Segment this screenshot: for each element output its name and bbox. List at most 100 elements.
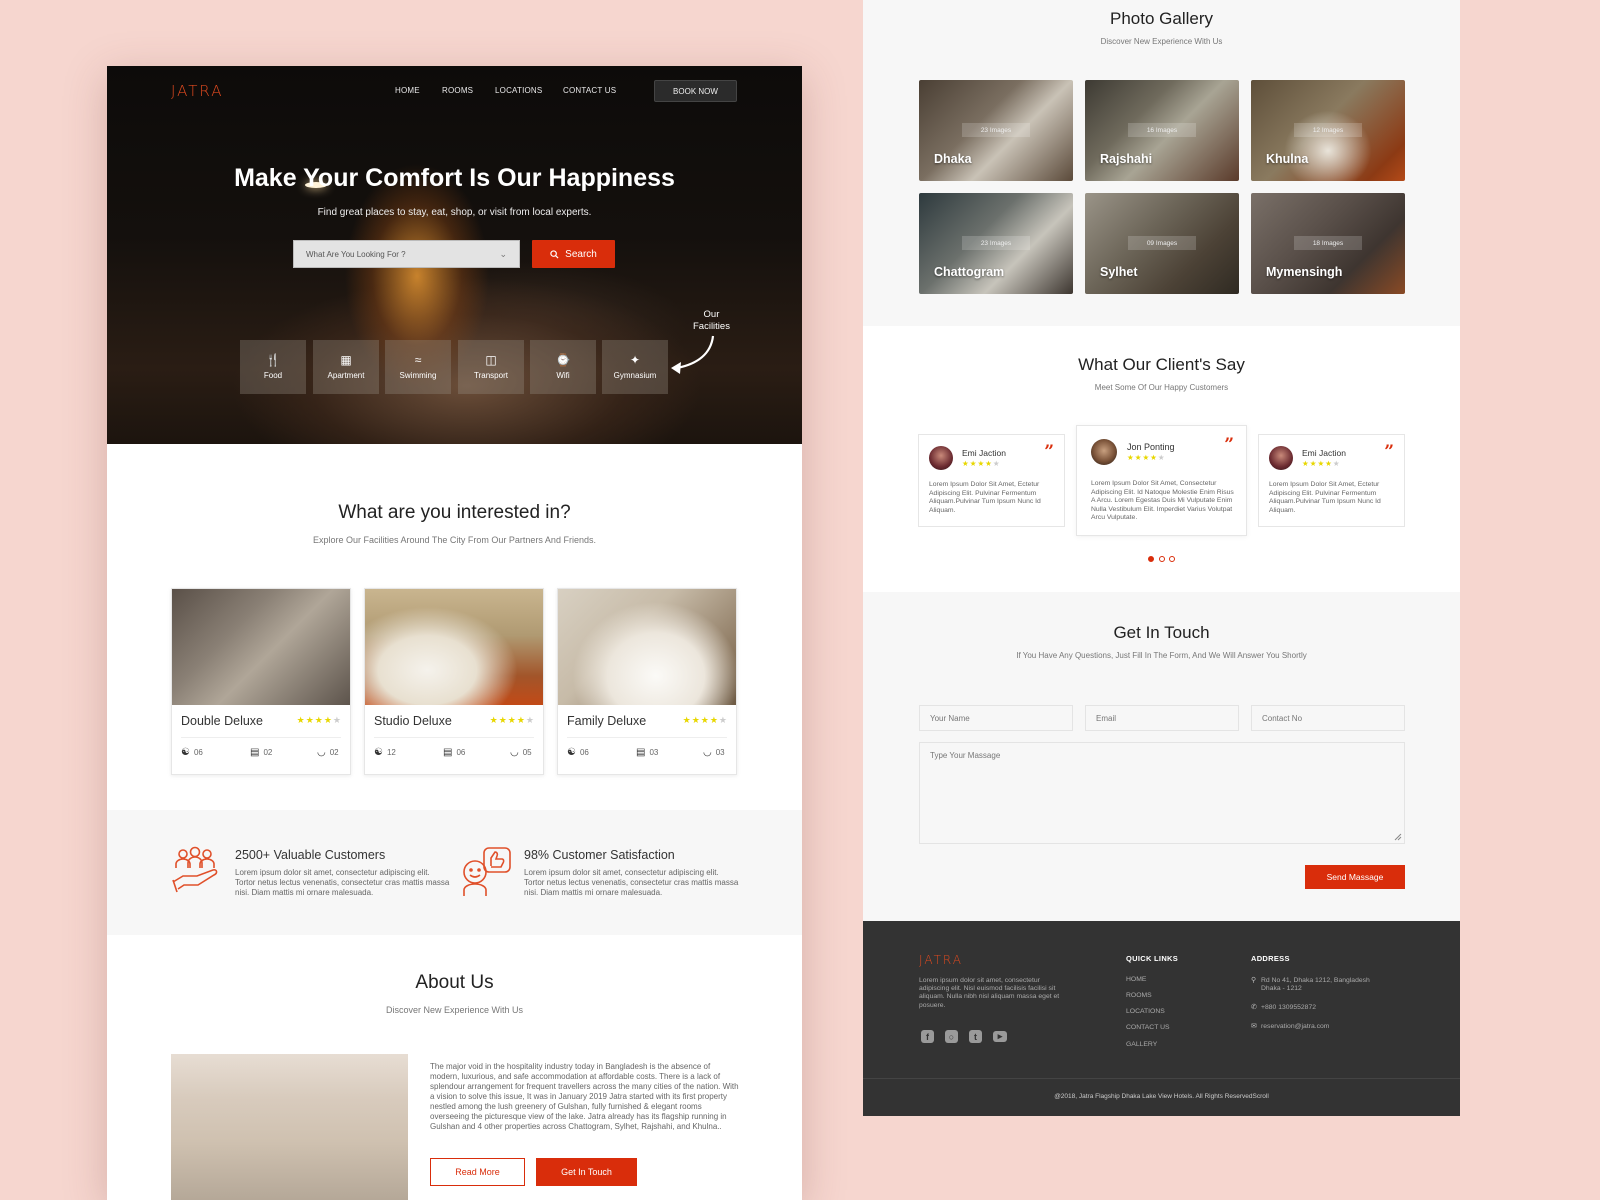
instagram-icon[interactable]: ○ (945, 1030, 958, 1043)
footer-link-gallery[interactable]: GALLERY (1126, 1041, 1157, 1048)
youtube-icon[interactable]: ▸ (993, 1031, 1007, 1042)
search-dropdown[interactable]: What Are You Looking For ? ⌄ (293, 240, 520, 268)
get-in-touch-button[interactable]: Get In Touch (536, 1158, 637, 1186)
nav-rooms[interactable]: ROOMS (442, 86, 473, 95)
email-address[interactable]: reservation@jatra.com (1261, 1023, 1329, 1030)
footer: JATRA Lorem ipsum dolor sit amet, consec… (863, 921, 1460, 1116)
nav-locations[interactable]: LOCATIONS (495, 86, 542, 95)
people-icon: ☯ (181, 747, 190, 758)
search-button[interactable]: Search (532, 240, 615, 268)
avatar (1091, 439, 1117, 465)
gallery-item-dhaka[interactable]: 23 Images Dhaka (919, 80, 1073, 181)
contact-placeholder: Contact No (1262, 713, 1303, 723)
image-count: 18 Images (1294, 236, 1362, 250)
facility-transport[interactable]: ◫ Transport (458, 340, 524, 394)
hero-subtitle: Find great places to stay, eat, shop, or… (317, 207, 592, 218)
testimonials-title: What Our Client's Say (1078, 355, 1245, 374)
footer-link-contact-us[interactable]: CONTACT US (1126, 1024, 1170, 1031)
image-count: 23 Images (962, 236, 1030, 250)
twitter-icon[interactable]: t (969, 1030, 982, 1043)
baths-count: ◡ 05 (510, 747, 532, 758)
avatar (1269, 446, 1293, 470)
name-input[interactable]: Your Name (919, 705, 1073, 731)
wifi-icon: ⌚ (555, 353, 571, 367)
guests-value: 06 (579, 748, 589, 757)
city-name: Rajshahi (1100, 152, 1153, 166)
gallery-item-khulna[interactable]: 12 Images Khulna (1251, 80, 1405, 181)
image-count: 09 Images (1128, 236, 1196, 250)
bed-icon: ▤ (636, 747, 646, 758)
testimonial-card: Emi Jaction ★★★★★ ” Lorem Ipsum Dolor Si… (918, 434, 1065, 527)
rating-stars: ★★★★★ (1127, 453, 1166, 462)
room-image (558, 589, 736, 705)
client-name: Emi Jaction (1302, 448, 1346, 458)
client-name: Jon Ponting (1127, 442, 1175, 452)
footer-link-rooms[interactable]: ROOMS (1126, 992, 1152, 999)
facility-label: Food (263, 371, 283, 380)
book-now-button[interactable]: BOOK NOW (654, 80, 737, 102)
name-placeholder: Your Name (930, 713, 970, 723)
facility-label: Apartment (327, 371, 365, 380)
footer-link-home[interactable]: HOME (1126, 976, 1146, 983)
facility-swimming[interactable]: ≈ Swimming (385, 340, 451, 394)
gallery-item-mymensingh[interactable]: 18 Images Mymensingh (1251, 193, 1405, 294)
footer-link-locations[interactable]: LOCATIONS (1126, 1008, 1165, 1015)
bathtub-icon: ◡ (703, 747, 712, 758)
gallery-item-sylhet[interactable]: 09 Images Sylhet (1085, 193, 1239, 294)
testimonial-card: Emi Jaction ★★★★★ ” Lorem Ipsum Dolor Si… (1258, 434, 1405, 527)
facility-gymnasium[interactable]: ✦ Gymnasium (602, 340, 668, 394)
city-name: Khulna (1266, 152, 1309, 166)
facility-food[interactable]: 🍴 Food (240, 340, 306, 394)
gallery-item-chattogram[interactable]: 23 Images Chattogram (919, 193, 1073, 294)
room-name: Studio Deluxe (374, 714, 452, 728)
baths-value: 05 (522, 748, 532, 757)
beds-value: 02 (263, 748, 273, 757)
carousel-dot[interactable] (1159, 556, 1165, 562)
facebook-icon[interactable]: f (921, 1030, 934, 1043)
cutlery-icon: 🍴 (265, 353, 281, 367)
message-textarea[interactable]: Type Your Massage (919, 742, 1405, 844)
contact-subtitle: If You Have Any Questions, Just Fill In … (1016, 651, 1307, 660)
image-count: 23 Images (962, 123, 1030, 137)
city-name: Dhaka (934, 152, 972, 166)
search-placeholder: What Are You Looking For ? (306, 249, 406, 259)
rating-stars: ★★★★★ (962, 459, 1001, 468)
email-input[interactable]: Email (1085, 705, 1239, 731)
nav-home[interactable]: HOME (395, 86, 420, 95)
read-more-button[interactable]: Read More (430, 1158, 525, 1186)
about-text: The major void in the hospitality indust… (430, 1062, 739, 1131)
interested-title: What are you interested in? (338, 502, 571, 523)
room-card[interactable]: Double Deluxe ★★★★★ ☯ 06 ▤ 02 ◡ 02 (171, 588, 351, 775)
quote-icon: ” (1384, 442, 1394, 462)
stat-title: 2500+ Valuable Customers (235, 848, 386, 862)
location-pin-icon: ⚲ (1251, 977, 1256, 984)
carousel-dot-active[interactable] (1148, 556, 1154, 562)
room-card[interactable]: Studio Deluxe ★★★★★ ☯ 12 ▤ 06 ◡ 05 (364, 588, 544, 775)
baths-value: 03 (715, 748, 725, 757)
city-name: Sylhet (1100, 265, 1138, 279)
message-placeholder: Type Your Massage (930, 751, 1001, 760)
quote-icon: ” (1044, 442, 1054, 462)
contact-no-input[interactable]: Contact No (1251, 705, 1405, 731)
facility-wifi[interactable]: ⌚ Wifi (530, 340, 596, 394)
gallery-item-rajshahi[interactable]: 16 Images Rajshahi (1085, 80, 1239, 181)
footer-logo[interactable]: JATRA (919, 953, 963, 967)
city-name: Mymensingh (1266, 265, 1343, 279)
room-card[interactable]: Family Deluxe ★★★★★ ☯ 06 ▤ 03 ◡ 03 (557, 588, 737, 775)
copyright: @2018, Jatra Flagship Dhaka Lake View Ho… (1054, 1093, 1269, 1100)
resize-handle-icon[interactable] (1394, 833, 1402, 841)
carousel-dot[interactable] (1169, 556, 1175, 562)
chevron-down-icon: ⌄ (499, 248, 507, 259)
search-button-label: Search (565, 248, 597, 260)
guests-count: ☯ 06 (567, 747, 589, 758)
logo[interactable]: JATRA (171, 82, 224, 100)
facility-apartment[interactable]: ▦ Apartment (313, 340, 379, 394)
beds-count: ▤ 02 (250, 747, 272, 758)
nav-contact-us[interactable]: CONTACT US (563, 86, 616, 95)
guests-value: 06 (193, 748, 203, 757)
beds-value: 03 (649, 748, 659, 757)
bed-icon: ▤ (443, 747, 453, 758)
send-message-button[interactable]: Send Massage (1305, 865, 1405, 889)
bathtub-icon: ◡ (510, 747, 519, 758)
baths-count: ◡ 03 (703, 747, 725, 758)
